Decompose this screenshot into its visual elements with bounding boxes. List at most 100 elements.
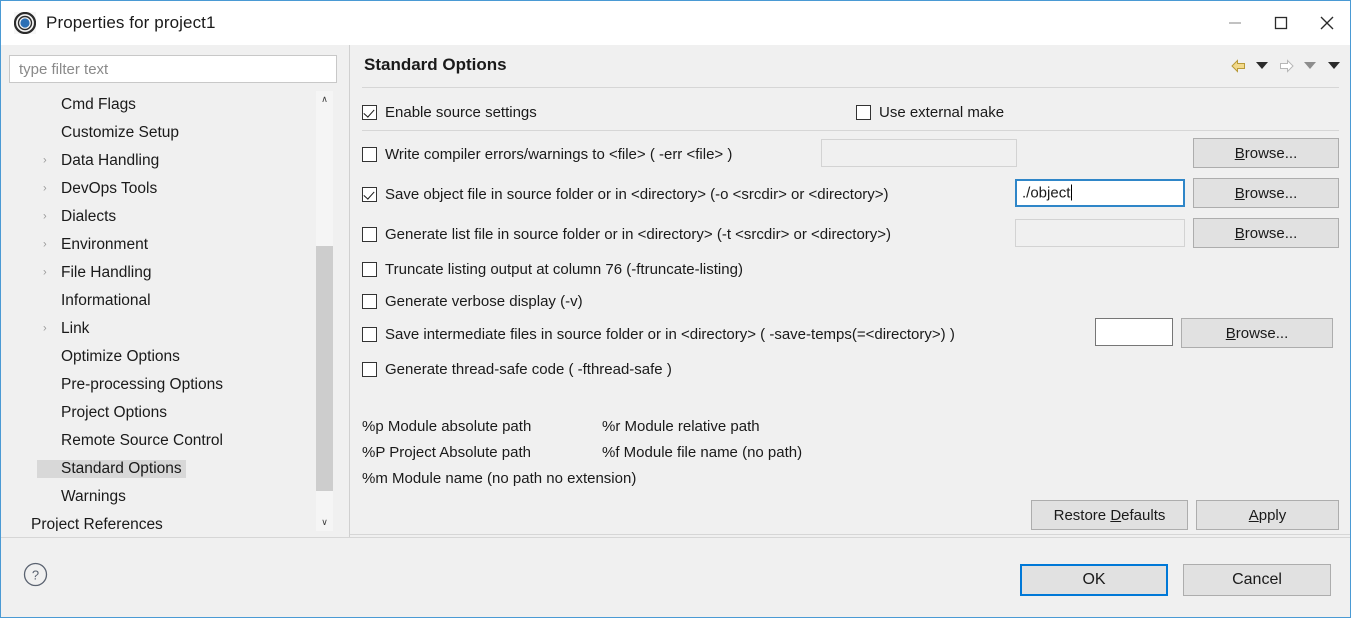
- option-row-use-external-make[interactable]: Use external make: [856, 99, 1004, 125]
- window-title: Properties for project1: [46, 13, 216, 32]
- navigation-toolbar: [1227, 53, 1345, 79]
- browse-button-write-compiler-errors[interactable]: Browse...: [1193, 138, 1339, 168]
- sidebar-item-dialects[interactable]: › Dialects: [9, 203, 337, 231]
- properties-dialog: Properties for project1 Cmd Flags Customi…: [0, 0, 1351, 618]
- checkbox-truncate-listing[interactable]: [362, 261, 377, 277]
- legend-2-left: %m Module name (no path no extension): [362, 469, 637, 487]
- sidebar-item-cmd-flags[interactable]: Cmd Flags: [9, 91, 337, 119]
- back-arrow-icon[interactable]: [1227, 54, 1249, 78]
- chevron-right-icon[interactable]: ›: [43, 155, 47, 167]
- tree-scrollbar[interactable]: ∧ ∨: [316, 91, 333, 531]
- sidebar-item-project-options[interactable]: Project Options: [9, 399, 337, 427]
- chevron-right-icon[interactable]: ›: [43, 323, 47, 335]
- option-row-enable-source-settings[interactable]: Enable source settings: [362, 99, 537, 125]
- label-use-external-make: Use external make: [879, 103, 1005, 121]
- sidebar-item-label: Standard Options: [37, 460, 186, 478]
- restore-defaults-label: Restore Defaults: [1053, 506, 1166, 524]
- option-row-generate-list-file[interactable]: Generate list file in source folder or i…: [362, 221, 891, 247]
- chevron-right-icon[interactable]: ›: [43, 267, 47, 279]
- scroll-down-icon[interactable]: ∨: [316, 514, 333, 531]
- sidebar-item-data-handling[interactable]: › Data Handling: [9, 147, 337, 175]
- option-row-save-intermediate-files[interactable]: Save intermediate files in source folder…: [362, 321, 955, 347]
- apply-button[interactable]: Apply: [1196, 500, 1339, 530]
- sidebar-item-pre-processing-options[interactable]: Pre-processing Options: [9, 371, 337, 399]
- label-enable-source-settings: Enable source settings: [385, 103, 537, 121]
- minimize-button[interactable]: [1212, 1, 1258, 44]
- sidebar-item-label: Optimize Options: [61, 348, 180, 365]
- legend-0-right: %r Module relative path: [602, 417, 760, 435]
- cancel-label: Cancel: [1232, 571, 1282, 588]
- window-controls: [1212, 1, 1350, 44]
- question-mark-icon[interactable]: ?: [23, 562, 48, 587]
- divider-2: [362, 130, 1339, 131]
- legend-row: %m Module name (no path no extension): [362, 465, 802, 491]
- divider-3: [350, 534, 1350, 535]
- checkbox-generate-thread-safe[interactable]: [362, 361, 377, 377]
- sidebar-item-customize-setup[interactable]: Customize Setup: [9, 119, 337, 147]
- sidebar-item-remote-source-control[interactable]: Remote Source Control: [9, 427, 337, 455]
- back-dropdown-icon[interactable]: [1251, 54, 1273, 78]
- label-generate-list-file: Generate list file in source folder or i…: [385, 225, 892, 243]
- checkbox-generate-list-file[interactable]: [362, 226, 377, 242]
- sidebar-item-warnings[interactable]: Warnings: [9, 483, 337, 511]
- browse-button-save-object-file[interactable]: Browse...: [1193, 178, 1339, 208]
- sidebar-item-label: Data Handling: [61, 152, 160, 169]
- legend-row: %p Module absolute path %r Module relati…: [362, 413, 802, 439]
- chevron-right-icon[interactable]: ›: [43, 211, 47, 223]
- scroll-up-icon[interactable]: ∧: [316, 91, 333, 108]
- scrollbar-thumb[interactable]: [316, 246, 333, 491]
- sidebar-item-environment[interactable]: › Environment: [9, 231, 337, 259]
- field-save-intermediate-files[interactable]: [1095, 318, 1173, 346]
- sidebar-item-standard-options[interactable]: Standard Options: [9, 455, 337, 483]
- option-row-write-compiler-errors[interactable]: Write compiler errors/warnings to <file>…: [362, 141, 732, 167]
- sidebar-item-link[interactable]: › Link: [9, 315, 337, 343]
- filter-field[interactable]: [9, 55, 337, 83]
- forward-arrow-icon: [1275, 54, 1297, 78]
- sidebar-item-label: Customize Setup: [61, 124, 180, 141]
- checkbox-generate-verbose[interactable]: [362, 293, 377, 309]
- sidebar-item-file-handling[interactable]: › File Handling: [9, 259, 337, 287]
- label-generate-thread-safe: Generate thread-safe code ( -fthread-saf…: [385, 360, 672, 378]
- sidebar-item-label: Remote Source Control: [61, 432, 223, 449]
- text-caret: [1071, 184, 1073, 201]
- chevron-right-icon[interactable]: ›: [43, 239, 47, 251]
- checkbox-use-external-make[interactable]: [856, 104, 871, 120]
- ok-label: OK: [1082, 571, 1106, 588]
- maximize-button[interactable]: [1258, 1, 1304, 44]
- sidebar-item-devops-tools[interactable]: › DevOps Tools: [9, 175, 337, 203]
- option-row-generate-thread-safe[interactable]: Generate thread-safe code ( -fthread-saf…: [362, 356, 672, 382]
- field-save-object-file-value: ./object: [1022, 184, 1071, 202]
- close-button[interactable]: [1304, 1, 1350, 44]
- sidebar-item-label: Dialects: [61, 208, 117, 225]
- option-row-truncate-listing[interactable]: Truncate listing output at column 76 (-f…: [362, 256, 743, 282]
- legend-row: %P Project Absolute path %f Module file …: [362, 439, 802, 465]
- sidebar-item-project-references[interactable]: Project References: [9, 511, 337, 531]
- browse-button-save-intermediate-files[interactable]: Browse...: [1181, 318, 1333, 348]
- legend-1-left: %P Project Absolute path: [362, 443, 531, 461]
- browse-button-generate-list-file[interactable]: Browse...: [1193, 218, 1339, 248]
- checkbox-save-intermediate-files[interactable]: [362, 326, 377, 342]
- sidebar-item-optimize-options[interactable]: Optimize Options: [9, 343, 337, 371]
- checkbox-enable-source-settings[interactable]: [362, 104, 377, 120]
- restore-defaults-button[interactable]: Restore Defaults: [1031, 500, 1188, 530]
- cancel-button[interactable]: Cancel: [1183, 564, 1331, 596]
- field-generate-list-file[interactable]: [1015, 219, 1185, 247]
- field-save-object-file[interactable]: ./object: [1015, 179, 1185, 207]
- label-generate-verbose: Generate verbose display (-v): [385, 292, 583, 310]
- legend-1-right: %f Module file name (no path): [602, 443, 803, 461]
- sidebar-item-informational[interactable]: Informational: [9, 287, 337, 315]
- checkbox-write-compiler-errors[interactable]: [362, 146, 377, 162]
- apply-label: Apply: [1248, 506, 1287, 524]
- label-save-object-file: Save object file in source folder or in …: [385, 185, 889, 203]
- menu-dropdown-icon[interactable]: [1323, 54, 1345, 78]
- chevron-right-icon[interactable]: ›: [43, 183, 47, 195]
- ok-button[interactable]: OK: [1020, 564, 1168, 596]
- checkbox-save-object-file[interactable]: [362, 186, 377, 202]
- sidebar-item-label: Pre-processing Options: [61, 376, 223, 393]
- search-input[interactable]: [17, 57, 336, 81]
- divider-1: [362, 87, 1339, 88]
- option-row-save-object-file[interactable]: Save object file in source folder or in …: [362, 181, 889, 207]
- field-write-compiler-errors[interactable]: [821, 139, 1017, 167]
- option-row-generate-verbose[interactable]: Generate verbose display (-v): [362, 288, 583, 314]
- sidebar-item-label: Project Options: [61, 404, 167, 421]
